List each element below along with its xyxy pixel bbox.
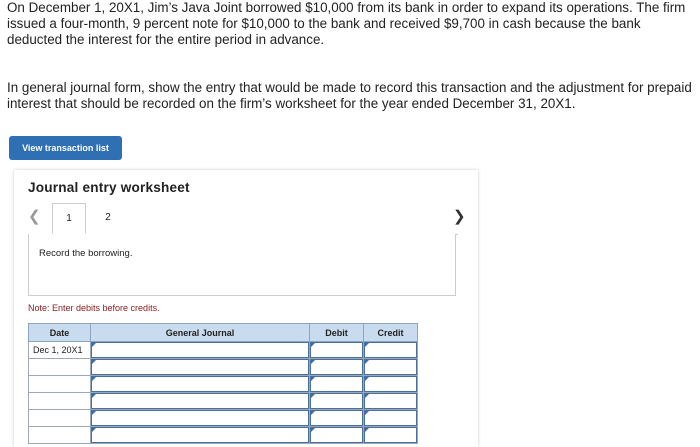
input-marker-icon (365, 343, 369, 347)
date-cell (28, 426, 91, 444)
date-cell (28, 409, 91, 427)
table-row (28, 375, 418, 393)
input-marker-icon (311, 343, 315, 347)
dropdown-marker-icon (92, 394, 96, 398)
input-marker-icon (365, 428, 369, 432)
table-row (28, 409, 418, 427)
tab-1[interactable]: 1 (52, 203, 86, 234)
debit-input[interactable] (309, 358, 364, 376)
journal-table: Date General Journal Debit Credit Dec 1,… (28, 323, 418, 444)
input-marker-icon (365, 377, 369, 381)
problem-paragraph-2: In general journal form, show the entry … (7, 80, 692, 111)
table-row (28, 426, 418, 444)
chevron-left-icon[interactable]: ❮ (28, 209, 41, 225)
account-input[interactable] (90, 358, 310, 376)
header-credit: Credit (363, 323, 418, 342)
debits-credits-note: Note: Enter debits before credits. (28, 303, 160, 313)
input-marker-icon (365, 394, 369, 398)
dropdown-marker-icon (92, 377, 96, 381)
credit-input[interactable] (363, 341, 418, 359)
dropdown-marker-icon (92, 343, 96, 347)
header-general-journal: General Journal (90, 323, 310, 342)
credit-input[interactable] (363, 392, 418, 410)
instruction-text: Record the borrowing. (39, 248, 133, 259)
table-row (28, 392, 418, 410)
input-marker-icon (311, 428, 315, 432)
journal-entry-worksheet: Journal entry worksheet ❮ 1 2 ❯ Record t… (14, 170, 478, 447)
account-input[interactable] (90, 426, 310, 444)
header-date: Date (28, 323, 91, 342)
input-marker-icon (311, 377, 315, 381)
input-marker-icon (311, 394, 315, 398)
credit-input[interactable] (363, 426, 418, 444)
date-cell (28, 358, 91, 376)
debit-input[interactable] (309, 392, 364, 410)
table-row (28, 358, 418, 376)
journal-table-header: Date General Journal Debit Credit (28, 323, 418, 342)
date-cell (28, 392, 91, 410)
credit-input[interactable] (363, 409, 418, 427)
table-row: Dec 1, 20X1 (28, 341, 418, 359)
chevron-right-icon[interactable]: ❯ (453, 209, 466, 225)
date-cell (28, 375, 91, 393)
account-input[interactable] (90, 375, 310, 393)
debit-input[interactable] (309, 409, 364, 427)
date-cell: Dec 1, 20X1 (28, 341, 91, 359)
header-debit: Debit (309, 323, 364, 342)
instruction-panel: Record the borrowing. (28, 234, 456, 296)
problem-paragraph-1: On December 1, 20X1, Jim’s Java Joint bo… (7, 0, 686, 47)
account-input[interactable] (90, 341, 310, 359)
debit-input[interactable] (309, 341, 364, 359)
worksheet-title: Journal entry worksheet (28, 180, 190, 195)
credit-input[interactable] (363, 358, 418, 376)
view-transaction-list-button[interactable]: View transaction list (9, 136, 122, 160)
debit-input[interactable] (309, 375, 364, 393)
input-marker-icon (311, 360, 315, 364)
account-input[interactable] (90, 392, 310, 410)
credit-input[interactable] (363, 375, 418, 393)
debit-input[interactable] (309, 426, 364, 444)
input-marker-icon (365, 360, 369, 364)
input-marker-icon (365, 411, 369, 415)
account-input[interactable] (90, 409, 310, 427)
dropdown-marker-icon (92, 360, 96, 364)
dropdown-marker-icon (92, 428, 96, 432)
dropdown-marker-icon (92, 411, 96, 415)
tab-2[interactable]: 2 (91, 203, 125, 234)
input-marker-icon (311, 411, 315, 415)
